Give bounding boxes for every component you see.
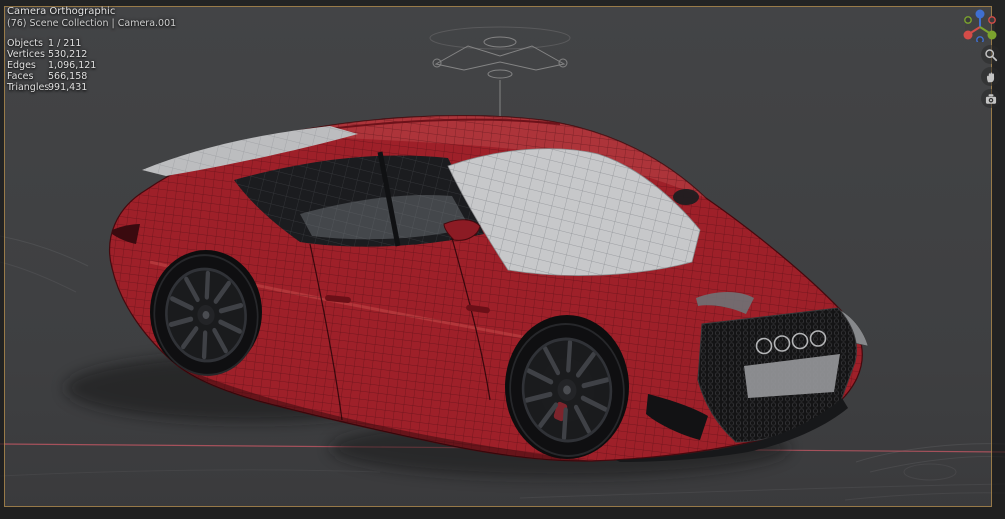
axis-x-handle[interactable] xyxy=(963,30,973,40)
stat-row: Objects 1 / 211 xyxy=(7,38,176,49)
view-mode-label: Camera Orthographic xyxy=(7,6,116,17)
axis-z-neg-handle[interactable] xyxy=(976,36,984,42)
axis-x-neg-handle[interactable] xyxy=(988,16,996,24)
side-mirror-right xyxy=(673,189,699,205)
collection-breadcrumb: (76) Scene Collection | Camera.001 xyxy=(7,18,177,29)
stat-value: 991,431 xyxy=(48,82,88,93)
stat-label: Objects xyxy=(7,38,43,49)
zoom-button[interactable] xyxy=(981,45,1000,64)
magnifier-icon xyxy=(984,48,997,61)
stat-row: Vertices 530,212 xyxy=(7,49,176,60)
stat-label: Edges xyxy=(7,60,36,71)
stat-label: Triangles xyxy=(7,82,50,93)
viewport-nav-controls xyxy=(963,8,1002,108)
stat-row: Edges 1,096,121 xyxy=(7,60,176,71)
stat-value: 566,158 xyxy=(48,71,88,82)
stat-label: Vertices xyxy=(7,49,45,60)
stat-row: Faces 566,158 xyxy=(7,71,176,82)
viewport-3d[interactable]: Camera Orthographic (76) Scene Collectio… xyxy=(0,0,1005,519)
stat-label: Faces xyxy=(7,71,34,82)
camera-icon xyxy=(985,93,996,104)
axis-y-neg-handle[interactable] xyxy=(964,16,972,24)
stat-value: 530,212 xyxy=(48,49,88,60)
hand-icon xyxy=(986,71,994,82)
viewport-header-text: Camera Orthographic (76) Scene Collectio… xyxy=(7,6,176,93)
stat-value: 1,096,121 xyxy=(48,60,97,71)
stat-row: Triangles 991,431 xyxy=(7,82,176,93)
camera-view-button[interactable] xyxy=(981,89,1000,108)
axis-z-handle[interactable] xyxy=(975,9,985,19)
orientation-gizmo[interactable] xyxy=(963,8,997,42)
axis-y-handle[interactable] xyxy=(987,30,997,40)
pan-button[interactable] xyxy=(981,67,1000,86)
stat-value: 1 / 211 xyxy=(48,38,82,49)
scene-statistics: Objects 1 / 211 Vertices 530,212 Edges 1… xyxy=(7,38,176,93)
